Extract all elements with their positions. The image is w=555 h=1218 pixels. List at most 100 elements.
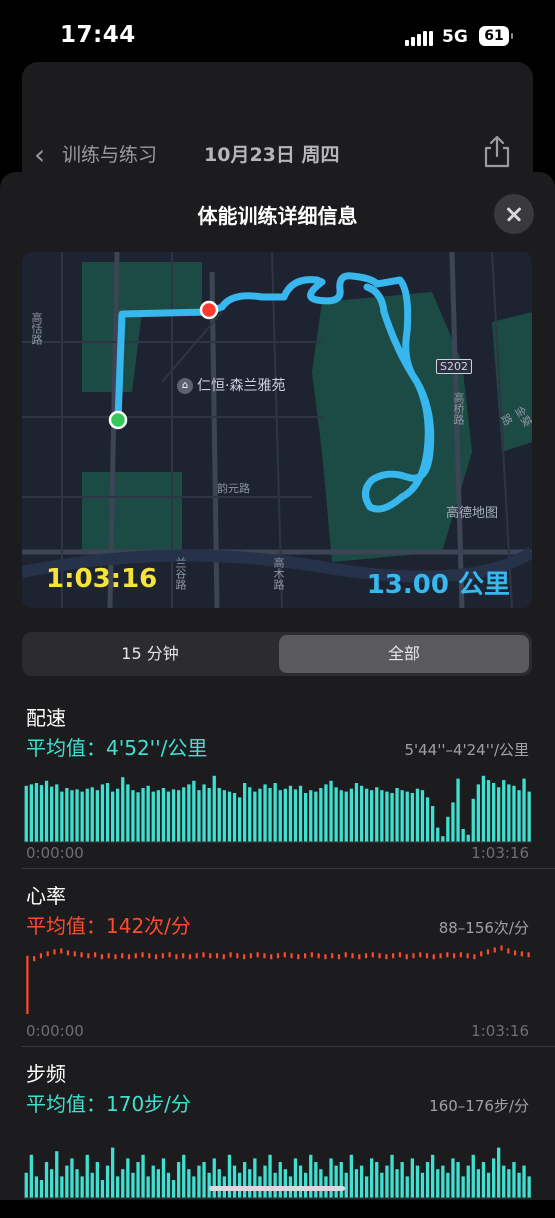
chart-bar bbox=[344, 791, 348, 842]
chart-bar bbox=[370, 790, 374, 842]
chart-bar bbox=[492, 1158, 496, 1198]
cadence-chart[interactable] bbox=[24, 1120, 532, 1218]
poi-label: ⌂ 仁恒·森兰雅苑 bbox=[177, 375, 285, 395]
chart-bar bbox=[359, 785, 364, 842]
chart-bar bbox=[95, 790, 99, 842]
segment-all[interactable]: 全部 bbox=[279, 635, 529, 673]
chart-bar bbox=[288, 785, 293, 842]
street-label: 高恬路 bbox=[30, 312, 43, 345]
chart-bar bbox=[486, 1172, 491, 1198]
chart-bar bbox=[151, 1165, 155, 1198]
divider bbox=[22, 868, 555, 869]
chart-bar bbox=[334, 787, 338, 842]
chart-bar bbox=[171, 789, 176, 842]
chart-bar bbox=[451, 802, 455, 842]
chart-start-time: 0:00:00 bbox=[26, 844, 84, 862]
street-label: 高木路 bbox=[272, 557, 285, 590]
cadence-section: 步频 平均值：170步/分 160–176步/分 bbox=[0, 1058, 555, 1200]
chart-bar bbox=[512, 1162, 516, 1198]
chart-bar bbox=[344, 1172, 348, 1198]
chart-bar bbox=[283, 788, 287, 842]
chart-bar bbox=[105, 783, 110, 842]
chart-end-time: 1:03:16 bbox=[471, 1022, 529, 1040]
chart-bar bbox=[151, 791, 155, 842]
back-chevron-icon[interactable]: ‹ bbox=[34, 138, 45, 171]
metric-average: 平均值：4'52''/公里 bbox=[26, 736, 208, 760]
chart-bar bbox=[146, 1176, 150, 1198]
street-label: 兰谷路 bbox=[174, 557, 187, 590]
pace-section: 配速 平均值：4'52''/公里 5'44''–4'24''/公里 0:00:0… bbox=[0, 702, 555, 872]
chart-bar bbox=[156, 1169, 160, 1198]
chart-bar bbox=[400, 790, 404, 842]
chart-bar bbox=[517, 1172, 521, 1198]
metric-title: 心率 bbox=[26, 884, 66, 908]
chart-bar bbox=[182, 1154, 186, 1198]
time-range-segmented-control: 15 分钟 全部 bbox=[22, 632, 532, 676]
chart-bar bbox=[100, 1180, 105, 1198]
chart-bar bbox=[222, 790, 226, 842]
chart-bar bbox=[161, 788, 166, 842]
chart-bar bbox=[273, 783, 277, 842]
segment-15-min[interactable]: 15 分钟 bbox=[25, 635, 275, 673]
chart-bar bbox=[293, 1158, 298, 1198]
chart-bar bbox=[339, 790, 343, 842]
chart-bar bbox=[446, 1172, 450, 1198]
heart-rate-chart[interactable] bbox=[24, 942, 532, 1040]
chart-bar bbox=[34, 1176, 39, 1198]
chart-bar bbox=[471, 1154, 475, 1198]
metric-range: 5'44''–4'24''/公里 bbox=[404, 741, 529, 759]
chart-bar bbox=[390, 793, 394, 842]
chart-bar bbox=[212, 1158, 216, 1198]
map-duration: 1:03:16 bbox=[46, 564, 158, 594]
chart-bar bbox=[486, 780, 491, 842]
chart-bar bbox=[95, 1162, 99, 1198]
share-icon[interactable] bbox=[482, 134, 512, 168]
back-button[interactable]: 训练与练习 bbox=[62, 140, 157, 167]
chart-bar bbox=[298, 1165, 303, 1198]
chart-bar bbox=[141, 788, 145, 842]
chart-bar bbox=[446, 816, 450, 842]
chart-bar bbox=[192, 780, 196, 842]
chart-bar bbox=[365, 1176, 369, 1198]
chart-bar bbox=[197, 1165, 201, 1198]
chart-bar bbox=[243, 783, 247, 842]
heart-rate-section: 心率 平均值：142次/分 88–156次/分 0:00:00 1:03:16 bbox=[0, 880, 555, 1050]
chart-bar bbox=[410, 793, 414, 842]
chart-bar bbox=[187, 784, 191, 842]
chart-bar bbox=[375, 787, 379, 842]
chart-bar bbox=[182, 787, 186, 842]
chart-bar bbox=[339, 1162, 343, 1198]
chart-bar bbox=[507, 784, 511, 842]
route-map[interactable]: ⌂ 仁恒·森兰雅苑 韵元路 兰谷路 高木路 高恬路 高桥路 金葵路 S202 高德… bbox=[22, 252, 532, 608]
chart-bar bbox=[415, 788, 420, 842]
chart-bar bbox=[461, 1176, 465, 1198]
home-indicator bbox=[209, 1186, 345, 1191]
chart-bar bbox=[121, 1169, 125, 1198]
chart-bar bbox=[227, 791, 232, 842]
chart-end-time: 1:03:16 bbox=[471, 844, 529, 862]
chart-bar bbox=[136, 1162, 140, 1198]
chart-bar bbox=[75, 789, 79, 842]
building-icon: ⌂ bbox=[177, 378, 193, 394]
chart-bar bbox=[395, 1169, 399, 1198]
chart-bar bbox=[375, 1162, 379, 1198]
chart-bar bbox=[263, 1165, 267, 1198]
close-button[interactable] bbox=[494, 194, 534, 234]
chart-bar bbox=[471, 798, 475, 842]
chart-bar bbox=[298, 785, 303, 842]
chart-bar bbox=[177, 790, 181, 842]
chart-bar bbox=[370, 1158, 374, 1198]
chart-bar bbox=[334, 1165, 338, 1198]
chart-bar bbox=[263, 784, 267, 842]
chart-bar bbox=[405, 1176, 409, 1198]
pace-chart[interactable] bbox=[24, 764, 532, 862]
chart-bar bbox=[232, 1165, 237, 1198]
metric-average: 平均值：142次/分 bbox=[26, 914, 191, 938]
metric-title: 配速 bbox=[26, 706, 66, 730]
chart-bar bbox=[456, 778, 460, 842]
chart-bar bbox=[385, 791, 389, 842]
chart-bar bbox=[385, 1165, 389, 1198]
chart-bar bbox=[166, 791, 171, 842]
chart-bar bbox=[207, 788, 211, 842]
chart-start-time: 0:00:00 bbox=[26, 1022, 84, 1040]
